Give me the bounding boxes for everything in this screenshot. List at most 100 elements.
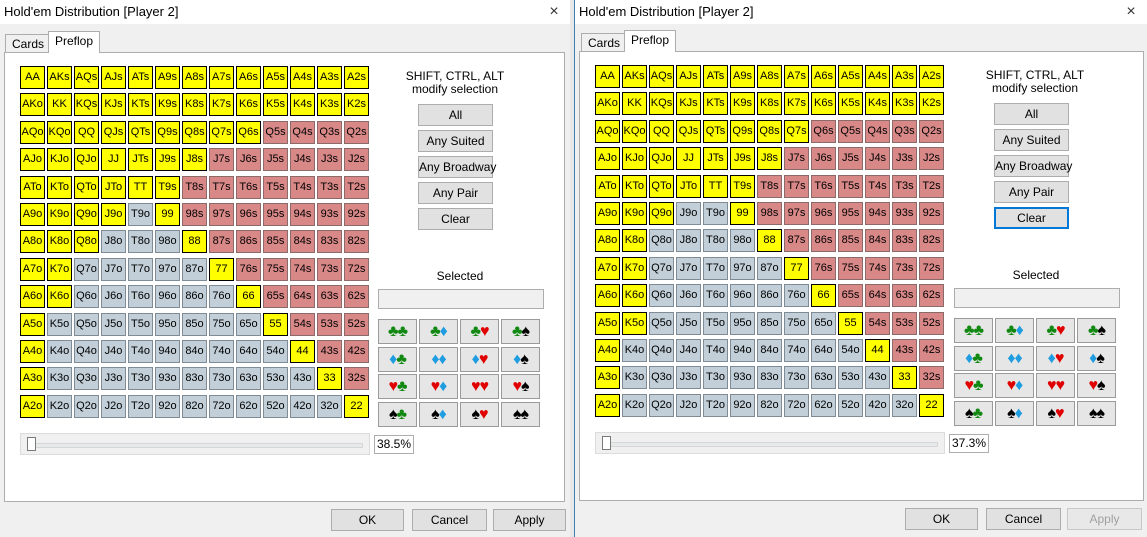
- hand-cell-Q3s[interactable]: Q3s: [317, 120, 342, 144]
- hand-cell-K2o[interactable]: K2o: [47, 394, 72, 418]
- suit-button-spade-diamond[interactable]: ♠♦: [995, 400, 1034, 426]
- hand-cell-75o[interactable]: 75o: [784, 311, 809, 335]
- hand-cell-43s[interactable]: 43s: [892, 339, 917, 362]
- hand-cell-AJs[interactable]: AJs: [101, 66, 126, 89]
- hand-cell-J7o[interactable]: J7o: [676, 256, 701, 280]
- hand-cell-Q4s[interactable]: Q4s: [865, 119, 890, 143]
- apply-button[interactable]: Apply: [1067, 508, 1142, 530]
- title-bar[interactable]: Hold'em Distribution [Player 2] ×: [575, 0, 1147, 24]
- hand-cell-A9o[interactable]: A9o: [20, 203, 45, 226]
- suit-button-diamond-heart[interactable]: ♦♥: [1036, 345, 1075, 371]
- hand-cell-84o[interactable]: 84o: [182, 340, 207, 363]
- suit-button-diamond-club[interactable]: ♦♣: [954, 345, 993, 371]
- suit-button-spade-heart[interactable]: ♠♥: [460, 401, 499, 427]
- hand-cell-54s[interactable]: 54s: [290, 312, 315, 336]
- hand-cell-A2o[interactable]: A2o: [595, 393, 620, 417]
- hand-cell-84o[interactable]: 84o: [757, 339, 782, 362]
- hand-cell-T7o[interactable]: T7o: [128, 257, 153, 281]
- hand-cell-K3o[interactable]: K3o: [47, 367, 72, 391]
- hand-cell-82s[interactable]: 82s: [344, 230, 369, 254]
- hand-cell-88[interactable]: 88: [182, 230, 207, 254]
- hand-cell-86s[interactable]: 86s: [236, 230, 261, 254]
- hand-cell-K4s[interactable]: K4s: [290, 93, 315, 117]
- hand-cell-Q9s[interactable]: Q9s: [730, 119, 755, 143]
- hand-cell-KQo[interactable]: KQo: [47, 120, 72, 144]
- hand-cell-96o[interactable]: 96o: [155, 285, 180, 309]
- hand-cell-88[interactable]: 88: [757, 229, 782, 253]
- hand-cell-97o[interactable]: 97o: [155, 257, 180, 281]
- suit-button-spade-spade[interactable]: ♠♠: [501, 401, 540, 427]
- hand-cell-J4o[interactable]: J4o: [101, 340, 126, 363]
- hand-cell-QTo[interactable]: QTo: [649, 174, 674, 198]
- hand-cell-75s[interactable]: 75s: [838, 256, 863, 280]
- hand-cell-K8s[interactable]: K8s: [182, 93, 207, 117]
- hand-cell-A5s[interactable]: A5s: [263, 66, 288, 89]
- suit-button-heart-heart[interactable]: ♥♥: [460, 374, 499, 399]
- clear-button[interactable]: Clear: [994, 207, 1069, 229]
- hand-cell-K9s[interactable]: K9s: [730, 92, 755, 116]
- hand-cell-KJo[interactable]: KJo: [622, 147, 647, 171]
- hand-cell-A3o[interactable]: A3o: [595, 366, 620, 390]
- hand-cell-Q6s[interactable]: Q6s: [811, 119, 836, 143]
- suit-button-spade-club[interactable]: ♠♣: [954, 400, 993, 426]
- close-icon[interactable]: ×: [1121, 2, 1141, 22]
- hand-cell-KTo[interactable]: KTo: [622, 174, 647, 198]
- hand-cell-53o[interactable]: 53o: [838, 366, 863, 390]
- hand-cell-96s[interactable]: 96s: [236, 203, 261, 226]
- clear-button[interactable]: Clear: [418, 208, 493, 230]
- hand-cell-94o[interactable]: 94o: [730, 339, 755, 362]
- hand-cell-93s[interactable]: 93s: [892, 202, 917, 225]
- hand-cell-84s[interactable]: 84s: [290, 230, 315, 254]
- hand-cell-Q7s[interactable]: Q7s: [209, 120, 234, 144]
- hand-cell-K7s[interactable]: K7s: [784, 92, 809, 116]
- any-broadway-button[interactable]: Any Broadway: [418, 156, 496, 178]
- hand-cell-KQo[interactable]: KQo: [622, 119, 647, 143]
- range-slider[interactable]: [595, 432, 945, 454]
- hand-cell-83o[interactable]: 83o: [182, 367, 207, 391]
- hand-cell-Q9o[interactable]: Q9o: [649, 202, 674, 225]
- hand-cell-KJo[interactable]: KJo: [47, 148, 72, 172]
- hand-cell-72s[interactable]: 72s: [919, 256, 944, 280]
- range-slider[interactable]: [20, 433, 370, 455]
- hand-cell-64s[interactable]: 64s: [290, 285, 315, 309]
- hand-cell-87s[interactable]: 87s: [209, 230, 234, 254]
- hand-cell-Q3o[interactable]: Q3o: [74, 367, 99, 391]
- hand-cell-K6s[interactable]: K6s: [236, 93, 261, 117]
- suit-button-heart-club[interactable]: ♥♣: [954, 373, 993, 398]
- hand-cell-KTs[interactable]: KTs: [703, 92, 728, 116]
- hand-cell-43o[interactable]: 43o: [290, 367, 315, 391]
- hand-cell-J9o[interactable]: J9o: [101, 203, 126, 226]
- suit-button-diamond-spade[interactable]: ♦♠: [1077, 345, 1116, 371]
- hand-cell-K5s[interactable]: K5s: [838, 92, 863, 116]
- hand-cell-K4o[interactable]: K4o: [47, 340, 72, 363]
- slider-thumb[interactable]: [602, 436, 611, 450]
- hand-cell-Q7o[interactable]: Q7o: [649, 256, 674, 280]
- hand-cell-63s[interactable]: 63s: [892, 284, 917, 308]
- hand-cell-J2o[interactable]: J2o: [101, 394, 126, 418]
- hand-cell-Q2s[interactable]: Q2s: [919, 119, 944, 143]
- hand-cell-86o[interactable]: 86o: [757, 284, 782, 308]
- hand-cell-Q4o[interactable]: Q4o: [649, 339, 674, 362]
- hand-cell-98o[interactable]: 98o: [730, 229, 755, 253]
- hand-cell-T4s[interactable]: T4s: [865, 174, 890, 198]
- hand-cell-53s[interactable]: 53s: [317, 312, 342, 336]
- hand-cell-K8o[interactable]: K8o: [622, 229, 647, 253]
- hand-cell-K4o[interactable]: K4o: [622, 339, 647, 362]
- hand-cell-74o[interactable]: 74o: [784, 339, 809, 362]
- hand-cell-Q6o[interactable]: Q6o: [649, 284, 674, 308]
- hand-cell-Q5s[interactable]: Q5s: [263, 120, 288, 144]
- hand-cell-62s[interactable]: 62s: [344, 285, 369, 309]
- hand-cell-Q7o[interactable]: Q7o: [74, 257, 99, 281]
- hand-cell-J4s[interactable]: J4s: [290, 148, 315, 172]
- suit-button-heart-spade[interactable]: ♥♠: [501, 374, 540, 399]
- hand-cell-Q2o[interactable]: Q2o: [649, 393, 674, 417]
- hand-cell-AKo[interactable]: AKo: [20, 93, 45, 117]
- hand-cell-J2s[interactable]: J2s: [919, 147, 944, 171]
- hand-cell-AKs[interactable]: AKs: [622, 65, 647, 88]
- suit-button-spade-diamond[interactable]: ♠♦: [419, 401, 458, 427]
- hand-cell-65s[interactable]: 65s: [838, 284, 863, 308]
- hand-cell-T8s[interactable]: T8s: [757, 174, 782, 198]
- hand-cell-A6o[interactable]: A6o: [595, 284, 620, 308]
- hand-cell-A8o[interactable]: A8o: [595, 229, 620, 253]
- hand-cell-T9s[interactable]: T9s: [155, 175, 180, 199]
